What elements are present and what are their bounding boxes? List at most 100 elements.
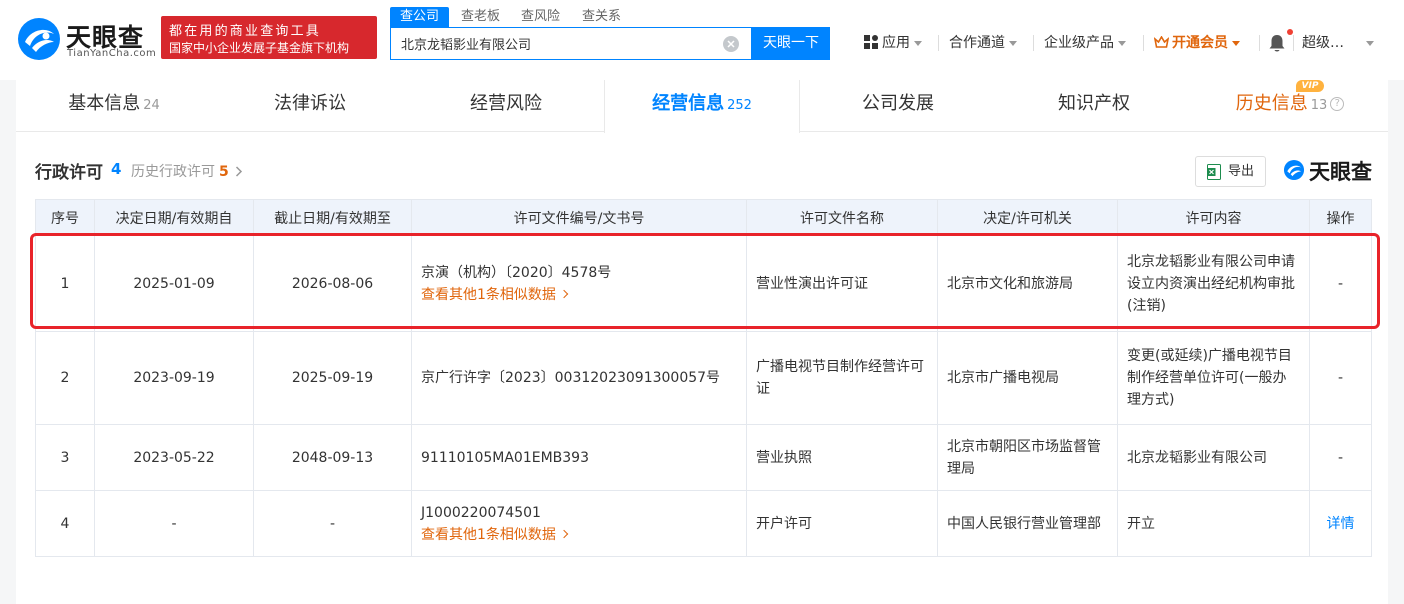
cell-end: 2025-09-19 [253, 331, 412, 425]
similar-data-label: 查看其他1条相似数据 [421, 526, 556, 543]
search-button[interactable]: 天眼一下 [752, 27, 830, 60]
header-authority: 决定/许可机关 [937, 199, 1118, 236]
search-tab-boss[interactable]: 查老板 [461, 7, 500, 27]
tianyancha-logo-icon [18, 18, 60, 60]
tab-count: 13 [1310, 98, 1328, 113]
tab-history[interactable]: 历史信息 13? [1192, 80, 1388, 132]
chevron-down-icon [1118, 40, 1126, 46]
nav-apps[interactable]: 应用 [864, 32, 922, 54]
cell-authority: 北京市朝阳区市场监督管理局 [937, 424, 1118, 491]
slogan-banner: 都在用的商业查询工具 国家中小企业发展子基金旗下机构 [161, 16, 377, 59]
header-content: 许可内容 [1117, 199, 1310, 236]
tab-development[interactable]: 公司发展 [800, 80, 996, 132]
tab-label: 法律诉讼 [274, 93, 346, 114]
cell-no: 2 [35, 331, 95, 425]
tab-label: 历史信息 [1235, 93, 1308, 114]
nav-partner[interactable]: 合作通道 [949, 32, 1017, 54]
vip-badge: VIP [1296, 80, 1324, 92]
cell-op: - [1309, 424, 1372, 491]
cell-op: 详情 [1309, 490, 1372, 557]
search-tab-company[interactable]: 查公司 [390, 7, 450, 27]
tab-label: 经营风险 [470, 93, 542, 114]
nav-divider [1293, 35, 1294, 51]
chevron-right-icon [236, 166, 243, 177]
tab-label: 基本信息 [68, 93, 141, 114]
cell-doc: 91110105MA01EMB393 [411, 424, 747, 491]
nav-user-label: 超级… [1302, 35, 1344, 51]
header-start-date: 决定日期/有效期自 [94, 199, 254, 236]
export-button[interactable]: 导出 [1195, 156, 1266, 187]
table-row: 1 2025-01-09 2026-08-06 京演（机构）〔2020〕4578… [35, 235, 1372, 332]
similar-data-link[interactable]: 查看其他1条相似数据 [421, 284, 737, 306]
table-header-row: 序号 决定日期/有效期自 截止日期/有效期至 许可文件编号/文书号 许可文件名称… [35, 199, 1372, 236]
tab-legal[interactable]: 法律诉讼 [212, 80, 408, 132]
tab-basic-info[interactable]: 基本信息 24 [16, 80, 212, 132]
tab-risk[interactable]: 经营风险 [408, 80, 604, 132]
history-permit-count: 5 [219, 164, 229, 180]
tab-business-info[interactable]: 经营信息 252 [604, 80, 800, 133]
logo-domain: TianYanCha.com [67, 48, 157, 59]
cell-end: 2026-08-06 [253, 235, 412, 332]
nav-divider [938, 35, 939, 51]
cell-start: 2025-01-09 [94, 235, 254, 332]
chevron-down-icon [914, 40, 922, 46]
table-row: 3 2023-05-22 2048-09-13 91110105MA01EMB3… [35, 424, 1372, 491]
cell-authority: 中国人民银行营业管理部 [937, 490, 1118, 557]
export-label: 导出 [1228, 164, 1255, 179]
permit-table: 序号 决定日期/有效期自 截止日期/有效期至 许可文件编号/文书号 许可文件名称… [35, 199, 1372, 557]
clear-icon[interactable] [723, 36, 739, 52]
header-operation: 操作 [1309, 199, 1372, 236]
cell-content: 开立 [1117, 490, 1310, 557]
cell-authority: 北京市文化和旅游局 [937, 235, 1118, 332]
header-doc-no: 许可文件编号/文书号 [411, 199, 747, 236]
cell-name: 营业执照 [746, 424, 938, 491]
top-header: 天眼查 TianYanCha.com 都在用的商业查询工具 国家中小企业发展子基… [0, 0, 1404, 80]
cell-content: 北京龙韬影业有限公司申请设立内资演出经纪机构审批(注销) [1117, 235, 1310, 332]
crown-icon [1153, 35, 1170, 48]
history-permit-link[interactable]: 历史行政许可 5 [131, 161, 243, 181]
nav-vip-label: 开通会员 [1172, 35, 1228, 51]
cell-name: 营业性演出许可证 [746, 235, 938, 332]
nav-divider [1259, 35, 1260, 51]
cell-start: - [94, 490, 254, 557]
cell-no: 3 [35, 424, 95, 491]
similar-data-link[interactable]: 查看其他1条相似数据 [421, 524, 737, 546]
similar-data-label: 查看其他1条相似数据 [421, 286, 556, 303]
search-tab-risk[interactable]: 查风险 [521, 7, 560, 27]
cell-op: - [1309, 235, 1372, 332]
question-icon[interactable]: ? [1330, 97, 1345, 111]
doc-number: J1000220074501 [421, 504, 541, 521]
nav-user[interactable]: 超级… [1302, 32, 1374, 54]
tianyancha-logo[interactable]: 天眼查 TianYanCha.com [16, 16, 156, 62]
nav-enterprise-label: 企业级产品 [1044, 35, 1114, 51]
nav-apps-label: 应用 [882, 35, 910, 51]
cell-start: 2023-09-19 [94, 331, 254, 425]
company-tabs: 基本信息 24 法律诉讼 经营风险 经营信息 252 公司发展 知识产权 历史信息 1… [16, 80, 1388, 133]
nav-divider [1143, 35, 1144, 51]
nav-vip[interactable]: 开通会员 [1153, 32, 1240, 54]
cell-name: 开户许可 [746, 490, 938, 557]
chevron-right-icon [559, 289, 569, 298]
detail-link[interactable]: 详情 [1327, 516, 1355, 532]
history-permit-label: 历史行政许可 [131, 164, 215, 180]
search-tab-relation[interactable]: 查关系 [582, 7, 621, 27]
cell-op: - [1309, 331, 1372, 425]
slogan-line-1: 都在用的商业查询工具 [169, 24, 322, 39]
cell-start: 2023-05-22 [94, 424, 254, 491]
doc-number: 京演（机构）〔2020〕4578号 [421, 264, 612, 281]
chevron-down-icon [1009, 40, 1017, 46]
tab-ip[interactable]: 知识产权 [996, 80, 1192, 132]
brand-watermark: 天眼查 [1283, 156, 1373, 184]
table-row: 4 - - J1000220074501 查看其他1条相似数据 开户许可 中国人… [35, 490, 1372, 557]
search-box [390, 27, 752, 60]
nav-partner-label: 合作通道 [949, 35, 1005, 51]
cell-doc: 京演（机构）〔2020〕4578号 查看其他1条相似数据 [411, 235, 747, 332]
chevron-down-icon [1366, 40, 1374, 46]
cell-end: 2048-09-13 [253, 424, 412, 491]
search-input[interactable] [391, 28, 721, 59]
section-title: 行政许可 [35, 163, 103, 183]
nav-enterprise[interactable]: 企业级产品 [1044, 32, 1126, 54]
bell-icon[interactable] [1268, 33, 1286, 53]
cell-authority: 北京市广播电视局 [937, 331, 1118, 425]
header-no: 序号 [35, 199, 95, 236]
